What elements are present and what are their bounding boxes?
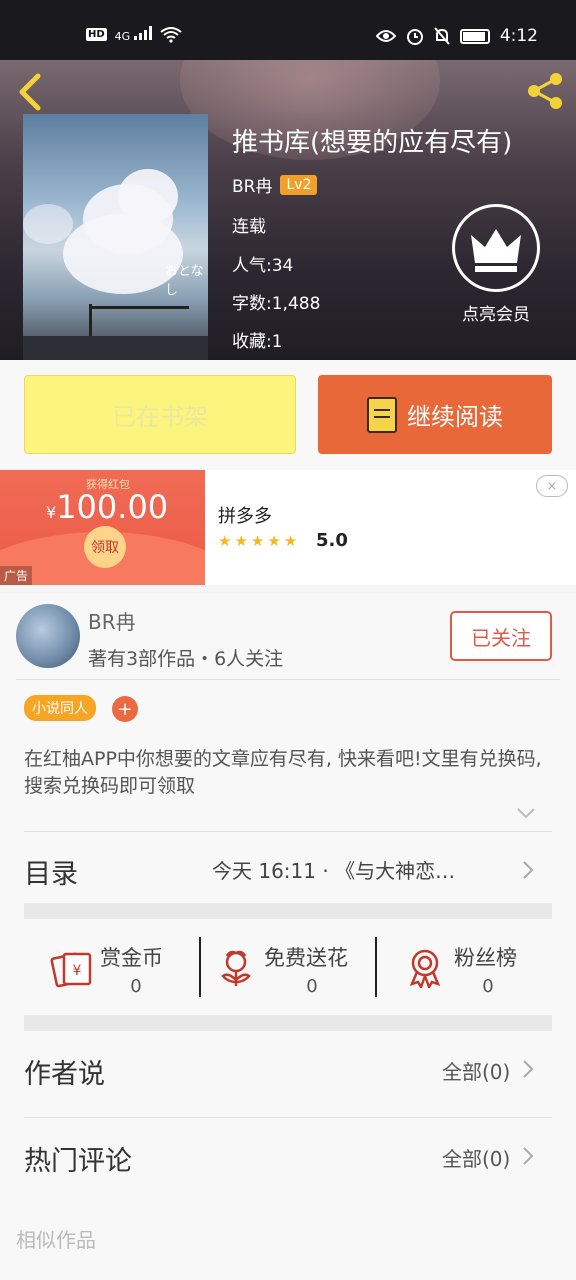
back-arrow-icon[interactable] [14, 70, 48, 114]
eye-icon [375, 30, 396, 42]
follow-button[interactable]: 已关注 [450, 611, 552, 661]
continue-reading-button[interactable]: 继续阅读 [318, 375, 552, 454]
star-icon: ★ [234, 532, 248, 550]
fan-ranking-value: 0 [482, 976, 494, 997]
fan-ranking-item[interactable] [406, 938, 444, 998]
reward-coins-item[interactable]: ¥ [50, 938, 94, 998]
chevron-right-icon[interactable] [522, 1059, 534, 1079]
battery-icon [459, 28, 490, 44]
ad-rating-stars: ★ ★ ★ ★ ★ [218, 532, 297, 550]
author-says-all-link[interactable]: 全部(0) [442, 1056, 510, 1085]
toc-latest-chapter[interactable]: 今天 16:11 · 《与大神恋… [212, 855, 455, 884]
book-icon [367, 396, 397, 433]
level-badge: Lv2 [280, 174, 318, 195]
fan-ranking-label: 粉丝榜 [454, 946, 517, 970]
status-bar: HD 4G 4:12 [0, 0, 576, 60]
free-flowers-value: 0 [306, 976, 318, 997]
divider [16, 679, 560, 680]
crown-icon [471, 229, 521, 272]
book-description: 在红柚APP中你想要的文章应有尽有, 快来看吧!文里有兑换码, 搜索兑换码即可领… [24, 748, 542, 797]
alarm-icon [406, 29, 423, 45]
ad-advertiser: 拼多多 [218, 506, 272, 527]
free-flowers-label: 免费送花 [264, 946, 348, 970]
medal-icon [409, 949, 441, 988]
svg-text:¥: ¥ [73, 963, 82, 979]
vip-label[interactable]: 点亮会员 [452, 300, 540, 325]
reward-coins-label: 赏金币 [100, 946, 163, 970]
share-icon[interactable] [524, 70, 566, 112]
divider [199, 937, 201, 997]
divider [375, 937, 377, 997]
author-avatar[interactable] [16, 604, 80, 668]
free-flowers-item[interactable] [218, 938, 254, 998]
vip-crown-button[interactable] [452, 204, 540, 292]
book-author-line: BR冉 Lv2 [232, 172, 318, 197]
ad-image[interactable]: 获得红包 ¥100.00 领取 广告 [0, 470, 205, 585]
book-popularity: 人气:34 [232, 256, 294, 276]
chevron-down-icon[interactable] [516, 806, 536, 820]
author-name[interactable]: BR冉 [88, 606, 136, 635]
book-author[interactable]: BR冉 [232, 172, 272, 197]
cover-text: おとなし [165, 264, 204, 298]
clock-time: 4:12 [499, 26, 538, 46]
toc-label[interactable]: 目录 [24, 852, 78, 891]
section-gap [24, 903, 552, 919]
on-shelf-label: 已在书架 [112, 403, 208, 431]
chevron-right-icon[interactable] [522, 860, 534, 880]
star-icon: ★ [283, 532, 298, 550]
hot-comments-label: 热门评论 [24, 1146, 132, 1177]
book-title: 推书库(想要的应有尽有) [232, 128, 513, 158]
on-shelf-button[interactable]: 已在书架 [24, 375, 296, 454]
wifi-icon [160, 26, 182, 43]
ad-close-button[interactable]: × [536, 475, 568, 497]
continue-reading-label: 继续阅读 [407, 403, 503, 431]
tag-novel-fanfic[interactable]: 小说同人 [24, 695, 96, 721]
ad-amount: ¥100.00 [46, 488, 169, 526]
cellular-signal-icon: 4G [115, 26, 152, 43]
flower-icon [221, 950, 251, 986]
reward-coins-value: 0 [130, 976, 142, 997]
add-tag-button[interactable]: + [112, 696, 138, 722]
author-stats: 著有3部作品・6人关注 [88, 648, 284, 670]
ad-rating-value: 5.0 [316, 530, 348, 551]
red-envelope-icon: ¥ [50, 952, 92, 988]
author-says-label: 作者说 [24, 1059, 105, 1090]
divider [24, 1117, 552, 1118]
star-icon: ★ [250, 532, 265, 550]
section-gap [24, 1015, 552, 1031]
book-cover: おとなし [23, 114, 208, 360]
mute-bell-icon [434, 27, 450, 45]
ad-take-button[interactable]: 领取 [84, 526, 126, 568]
similar-works-label: 相似作品 [16, 1228, 96, 1252]
ad-tag: 广告 [0, 566, 33, 585]
book-status: 连载 [232, 217, 266, 237]
chevron-right-icon[interactable] [522, 1146, 534, 1166]
hd-icon: HD [86, 28, 107, 41]
network-type: 4G [114, 30, 131, 43]
book-favorites: 收藏:1 [232, 332, 283, 352]
hot-comments-all-link[interactable]: 全部(0) [442, 1143, 510, 1172]
star-icon: ★ [218, 532, 232, 550]
divider [24, 831, 552, 832]
star-icon: ★ [267, 532, 281, 550]
book-word-count: 字数:1,488 [232, 294, 321, 314]
